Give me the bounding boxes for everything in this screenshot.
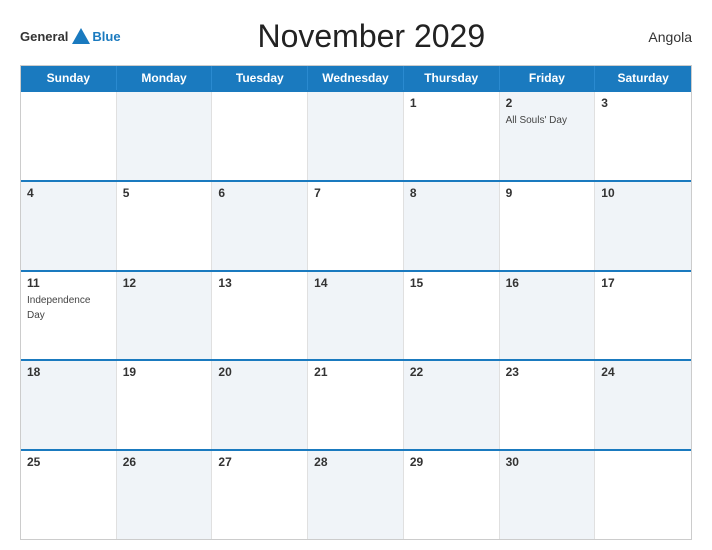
day-number: 28	[314, 455, 397, 469]
holiday-label: All Souls' Day	[506, 115, 567, 126]
day-number: 27	[218, 455, 301, 469]
cal-cell: 8	[404, 182, 500, 270]
cal-cell: 10	[595, 182, 691, 270]
day-number: 13	[218, 276, 301, 290]
week-row-1: 12 All Souls' Day 3	[21, 90, 691, 180]
cal-cell: 19	[117, 361, 213, 449]
calendar-grid: SundayMondayTuesdayWednesdayThursdayFrid…	[20, 65, 692, 540]
calendar-body: 12 All Souls' Day 3 456789 10 11 Independence …	[21, 90, 691, 539]
logo-general-text: General	[20, 29, 68, 44]
header-cell-sunday: Sunday	[21, 66, 117, 90]
cal-cell: 17	[595, 272, 691, 360]
day-number: 20	[218, 365, 301, 379]
logo-icon	[70, 26, 92, 48]
cal-cell: 11 Independence Day	[21, 272, 117, 360]
calendar-header-row: SundayMondayTuesdayWednesdayThursdayFrid…	[21, 66, 691, 90]
cal-cell: 28	[308, 451, 404, 539]
cal-cell: 20	[212, 361, 308, 449]
day-number: 16	[506, 276, 589, 290]
cal-cell: 25	[21, 451, 117, 539]
cal-cell: 1	[404, 92, 500, 180]
day-number: 23	[506, 365, 589, 379]
cal-cell: 15	[404, 272, 500, 360]
day-number: 18	[27, 365, 110, 379]
cal-cell: 22	[404, 361, 500, 449]
day-number: 15	[410, 276, 493, 290]
cal-cell: 29	[404, 451, 500, 539]
day-number: 21	[314, 365, 397, 379]
logo: General Blue	[20, 26, 121, 48]
header-cell-thursday: Thursday	[404, 66, 500, 90]
page-title: November 2029	[121, 18, 622, 55]
cal-cell: 13	[212, 272, 308, 360]
page-header: General Blue November 2029 Angola	[20, 18, 692, 55]
day-number: 3	[601, 96, 685, 110]
week-row-5: 25 26 27 28 29 30	[21, 449, 691, 539]
day-number: 19	[123, 365, 206, 379]
day-number: 26	[123, 455, 206, 469]
day-number: 8	[410, 186, 493, 200]
day-number: 30	[506, 455, 589, 469]
day-number: 10	[601, 186, 685, 200]
cal-cell: 6	[212, 182, 308, 270]
cal-cell: 14	[308, 272, 404, 360]
day-number: 24	[601, 365, 685, 379]
week-row-3: 11 Independence Day 12 13 14 15 16 17	[21, 270, 691, 360]
cal-cell: 18	[21, 361, 117, 449]
day-number: 25	[27, 455, 110, 469]
cal-cell: 4	[21, 182, 117, 270]
country-label: Angola	[622, 29, 692, 45]
cal-cell	[595, 451, 691, 539]
day-number: 29	[410, 455, 493, 469]
day-number: 12	[123, 276, 206, 290]
cal-cell	[212, 92, 308, 180]
day-number: 6	[218, 186, 301, 200]
logo-blue-text: Blue	[92, 29, 120, 44]
header-cell-saturday: Saturday	[595, 66, 691, 90]
day-number: 14	[314, 276, 397, 290]
header-cell-monday: Monday	[117, 66, 213, 90]
cal-cell: 7	[308, 182, 404, 270]
cal-cell	[117, 92, 213, 180]
cal-cell: 24	[595, 361, 691, 449]
cal-cell: 3	[595, 92, 691, 180]
cal-cell: 2 All Souls' Day	[500, 92, 596, 180]
day-number: 11	[27, 276, 110, 290]
week-row-2: 456789 10	[21, 180, 691, 270]
cal-cell: 30	[500, 451, 596, 539]
cal-cell	[308, 92, 404, 180]
cal-cell: 5	[117, 182, 213, 270]
cal-cell: 23	[500, 361, 596, 449]
header-cell-friday: Friday	[500, 66, 596, 90]
day-number: 4	[27, 186, 110, 200]
header-cell-tuesday: Tuesday	[212, 66, 308, 90]
cal-cell: 12	[117, 272, 213, 360]
day-number: 5	[123, 186, 206, 200]
cal-cell: 9	[500, 182, 596, 270]
week-row-4: 18 19 20 21 22 23 24	[21, 359, 691, 449]
day-number: 22	[410, 365, 493, 379]
cal-cell	[21, 92, 117, 180]
cal-cell: 27	[212, 451, 308, 539]
cal-cell: 21	[308, 361, 404, 449]
day-number: 7	[314, 186, 397, 200]
calendar-page: General Blue November 2029 Angola Sunday…	[0, 0, 712, 550]
day-number: 17	[601, 276, 685, 290]
day-number: 1	[410, 96, 493, 110]
cal-cell: 16	[500, 272, 596, 360]
cal-cell: 26	[117, 451, 213, 539]
holiday-label: Independence Day	[27, 295, 90, 321]
day-number: 2	[506, 96, 589, 110]
header-cell-wednesday: Wednesday	[308, 66, 404, 90]
day-number: 9	[506, 186, 589, 200]
